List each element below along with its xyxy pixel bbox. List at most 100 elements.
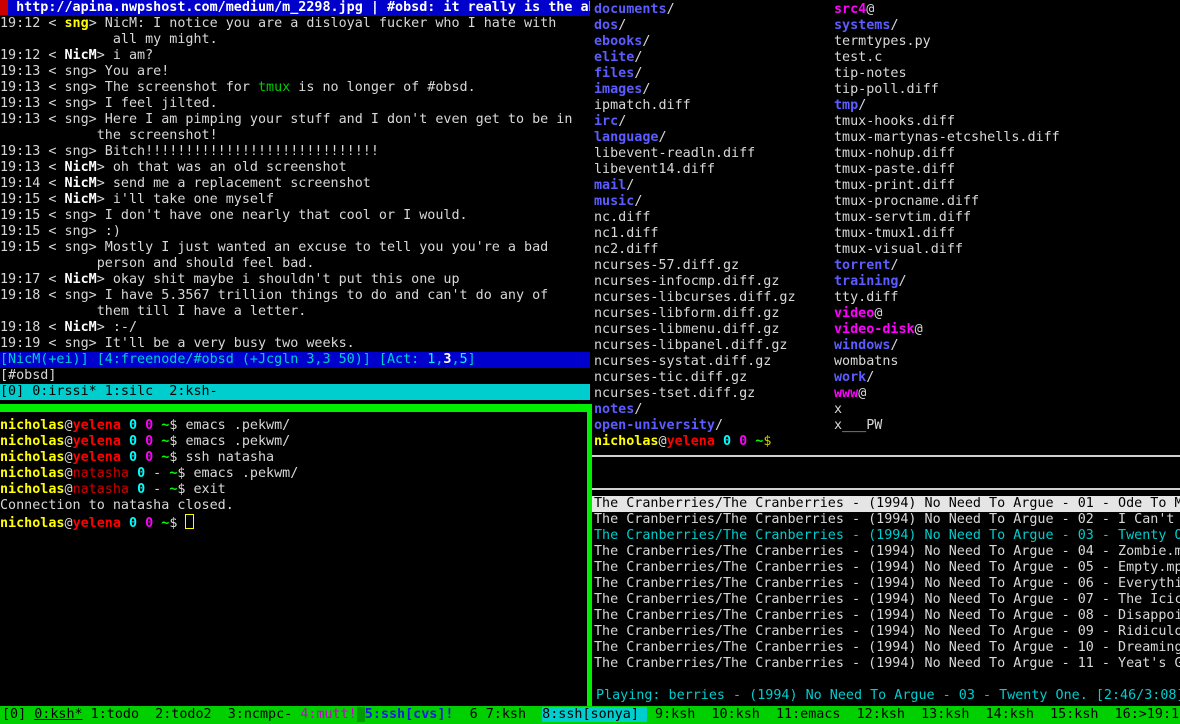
- file-type-indicator: /: [899, 274, 907, 289]
- file-type-indicator: @: [874, 306, 882, 321]
- irc-input-line[interactable]: [#obsd]: [0, 368, 590, 384]
- irc-chat-area[interactable]: 19:12 < sng> NicM: I notice you are a di…: [0, 16, 590, 352]
- text-segment: Connection to natasha closed.: [0, 498, 234, 513]
- directory-name: open-university: [594, 418, 715, 433]
- file-entry: ncurses-libform.diff.gz: [594, 306, 834, 322]
- file-entry: tmux-paste.diff: [834, 162, 1180, 178]
- playlist[interactable]: The Cranberries/The Cranberries - (1994)…: [592, 496, 1180, 672]
- text-segment: @: [65, 418, 73, 433]
- text-segment: 19:18 <: [0, 320, 65, 335]
- directory-name: irc: [594, 114, 618, 129]
- text-segment: [137, 450, 145, 465]
- text-segment: nicholas: [0, 482, 65, 497]
- file-name: ncurses-infocmp.diff.gz: [594, 274, 779, 289]
- file-entry: libevent-readln.diff: [594, 146, 834, 162]
- shell-prompt[interactable]: nicholas@yelena 0 0 ~$: [594, 434, 1180, 450]
- file-type-indicator: /: [858, 98, 866, 113]
- playlist-row[interactable]: The Cranberries/The Cranberries - (1994)…: [592, 640, 1180, 656]
- playlist-row[interactable]: The Cranberries/The Cranberries - (1994)…: [592, 544, 1180, 560]
- text-segment: 5:ssh[cvs]!: [365, 707, 454, 722]
- file-name: tmux-procname.diff: [834, 194, 979, 209]
- chat-line: 19:13 < sng> The screenshot for tmux is …: [0, 80, 590, 96]
- text-segment: NicM: [65, 160, 97, 175]
- directory-name: work: [834, 370, 866, 385]
- file-entry: video@: [834, 306, 1180, 322]
- text-segment: 19:12 <: [0, 48, 65, 63]
- text-segment: the screenshot!: [0, 128, 218, 143]
- text-segment: 19:13 < sng> Bitch!!!!!!!!!!!!!!!!!!!!!!…: [0, 144, 379, 159]
- file-name: tty.diff: [834, 290, 899, 305]
- file-name: ncurses-57.diff.gz: [594, 258, 739, 273]
- text-segment: ]: [468, 352, 476, 367]
- playlist-row[interactable]: The Cranberries/The Cranberries - (1994)…: [592, 496, 1180, 512]
- chat-line: 19:18 < NicM> :-/: [0, 320, 590, 336]
- playlist-row[interactable]: The Cranberries/The Cranberries - (1994)…: [592, 608, 1180, 624]
- text-segment: 0: [129, 418, 137, 433]
- directory-name: torrent: [834, 258, 890, 273]
- file-type-indicator: /: [866, 370, 874, 385]
- file-type-indicator: /: [634, 194, 642, 209]
- file-entry: windows/: [834, 338, 1180, 354]
- playlist-row[interactable]: The Cranberries/The Cranberries - (1994)…: [592, 528, 1180, 544]
- file-type-indicator: /: [642, 82, 650, 97]
- file-entry: test.c: [834, 50, 1180, 66]
- file-name: ncurses-systat.diff.gz: [594, 354, 771, 369]
- progress-bar[interactable]: ========================================…: [594, 672, 1180, 688]
- directory-name: tmp: [834, 98, 858, 113]
- text-segment: nicholas: [0, 434, 65, 449]
- file-entry: tip-notes: [834, 66, 1180, 82]
- symlink-name: www: [834, 386, 858, 401]
- text-segment: nicholas: [0, 450, 65, 465]
- playlist-row[interactable]: The Cranberries/The Cranberries - (1994)…: [592, 512, 1180, 528]
- text-segment: @: [65, 434, 73, 449]
- file-entry: www@: [834, 386, 1180, 402]
- text-segment: 9:ksh 10:ksh 11:emacs 12:ksh 13:ksh 14:k…: [647, 707, 1147, 722]
- text-segment: all my might.: [0, 32, 218, 47]
- playlist-row[interactable]: The Cranberries/The Cranberries - (1994)…: [592, 656, 1180, 672]
- directory-name: systems: [834, 18, 890, 33]
- text-segment: 19:13 <: [0, 160, 65, 175]
- file-entry: ncurses-tset.diff.gz: [594, 386, 834, 402]
- text-segment: nicholas: [0, 516, 65, 530]
- playlist-row[interactable]: The Cranberries/The Cranberries - (1994)…: [592, 592, 1180, 608]
- chat-line: 19:13 < sng> Bitch!!!!!!!!!!!!!!!!!!!!!!…: [0, 144, 590, 160]
- file-entry: tmux-tmux1.diff: [834, 226, 1180, 242]
- playlist-row[interactable]: The Cranberries/The Cranberries - (1994)…: [592, 560, 1180, 576]
- text-segment: [121, 418, 129, 433]
- left-shell-pane[interactable]: nicholas@yelena 0 0 ~$ emacs .pekwm/nich…: [0, 418, 585, 530]
- text-segment: [137, 434, 145, 449]
- file-name: tmux-nohup.diff: [834, 146, 955, 161]
- window-list[interactable]: [0] 0:ksh* 1:todo 2:todo2 3:ncmpc- 4:mut…: [0, 707, 1147, 723]
- text-segment: yelena: [667, 434, 715, 449]
- file-entry: libevent14.diff: [594, 162, 834, 178]
- text-segment: [357, 707, 365, 722]
- text-segment: 19:15 <: [0, 192, 65, 207]
- text-segment: $: [177, 466, 193, 481]
- pane-border-horizontal-right: [592, 455, 1180, 457]
- directory-name: files: [594, 66, 634, 81]
- text-segment: 19:14 <: [0, 176, 65, 191]
- text-segment: 0: [137, 482, 145, 497]
- text-segment: 19:13 < sng> Here I am pimping your stuf…: [0, 112, 572, 127]
- file-entry: ipmatch.diff: [594, 98, 834, 114]
- file-type-indicator: /: [667, 2, 675, 17]
- file-entry: ncurses-libcurses.diff.gz: [594, 290, 834, 306]
- text-segment: 5: [460, 352, 468, 367]
- file-name: tip-notes: [834, 66, 907, 81]
- playlist-row[interactable]: The Cranberries/The Cranberries - (1994)…: [592, 576, 1180, 592]
- text-segment: emacs .pekwm/: [185, 434, 290, 449]
- playlist-row[interactable]: The Cranberries/The Cranberries - (1994)…: [592, 624, 1180, 640]
- text-segment: 19:13 < sng> I feel jilted.: [0, 96, 218, 111]
- text-segment: 0: [145, 450, 153, 465]
- file-name: x___PW: [834, 418, 882, 433]
- file-entry: ebooks/: [594, 34, 834, 50]
- file-entry: tmux-visual.diff: [834, 242, 1180, 258]
- tmux-status-bar: [0] 0:ksh* 1:todo 2:todo2 3:ncmpc- 4:mut…: [0, 706, 1180, 724]
- file-entry: training/: [834, 274, 1180, 290]
- file-entry: music/: [594, 194, 834, 210]
- directory-name: elite: [594, 50, 634, 65]
- text-segment: nicholas: [594, 434, 659, 449]
- file-type-indicator: /: [890, 258, 898, 273]
- text-segment: natasha: [73, 466, 129, 481]
- chat-line: the screenshot!: [0, 128, 590, 144]
